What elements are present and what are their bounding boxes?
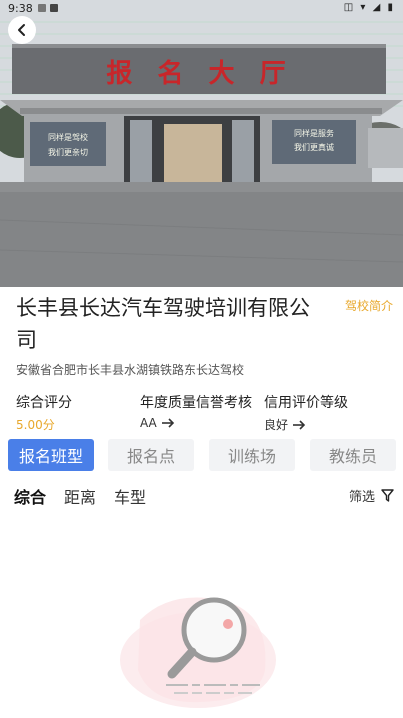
svg-text:我们更真诚: 我们更真诚 [294,142,334,152]
right-poster-text: 同样是服务 [294,128,334,138]
sort-bar: 综合 距离 车型 筛选 [14,484,396,508]
arrow-right-icon [293,419,306,430]
battery-icon: ▮ [387,2,395,13]
arrow-right-icon [161,418,174,428]
filter-icon [381,489,394,502]
rating-stats: 综合评分 5.00分 年度质量信誉考核 AA 信用评价等级 良好 [16,392,396,432]
stat-label: 综合评分 [16,395,72,411]
tab-instructors[interactable]: 教练员 [310,439,396,471]
status-bar: 9:38 ◫ ▾ ◢ ▮ [0,0,403,16]
app-notification-icon [50,4,58,12]
tab-enroll-classes[interactable]: 报名班型 [8,439,94,471]
stat-value: 良好 [264,418,289,432]
svg-text:我们更亲切: 我们更亲切 [48,147,88,157]
stat-credit-level[interactable]: 信用评价等级 良好 [264,392,348,433]
filter-button[interactable]: 筛选 [349,486,394,505]
wifi-icon: ▾ [360,2,368,13]
stat-annual-quality[interactable]: 年度质量信誉考核 AA [140,392,252,430]
school-name: 长丰县长达汽车驾驶培训有限公司 [16,296,310,352]
tab-bar: 报名班型 报名点 训练场 教练员 [8,439,396,471]
empty-state-illustration [110,580,290,710]
hero-sign-text: 报 名 大 厅 [106,58,293,89]
tab-enroll-points[interactable]: 报名点 [108,439,194,471]
stat-value: 5.00分 [16,418,55,432]
left-poster-text: 同样是驾校 [48,132,88,142]
vibrate-icon: ◫ [343,2,356,13]
status-icons: ◫ ▾ ◢ ▮ [344,2,395,13]
signal-icon: ◢ [372,2,383,13]
magnifier-icon [120,597,276,708]
chevron-left-icon [18,24,25,36]
building-illustration: 报 名 大 厅 同样是驾校 我们更亲切 同样是服务 我们更真诚 [0,0,403,287]
stat-value: AA [140,416,157,430]
back-button[interactable] [8,16,36,44]
school-address: 安徽省合肥市长丰县水湖镇铁路东长达驾校 [16,363,245,377]
stat-overall-score: 综合评分 5.00分 [16,392,72,433]
sort-overall[interactable]: 综合 [14,484,46,508]
sort-distance[interactable]: 距离 [64,484,96,508]
sort-car-type[interactable]: 车型 [114,484,146,508]
status-time: 9:38 [8,2,33,15]
stat-label: 年度质量信誉考核 [140,395,252,411]
filter-label: 筛选 [348,490,375,505]
notification-icon [38,4,46,12]
school-intro-link[interactable]: 驾校简介 [345,297,393,314]
stat-label: 信用评价等级 [264,395,348,411]
tab-training-ground[interactable]: 训练场 [209,439,295,471]
school-photo: 报 名 大 厅 同样是驾校 我们更亲切 同样是服务 我们更真诚 [0,0,403,287]
